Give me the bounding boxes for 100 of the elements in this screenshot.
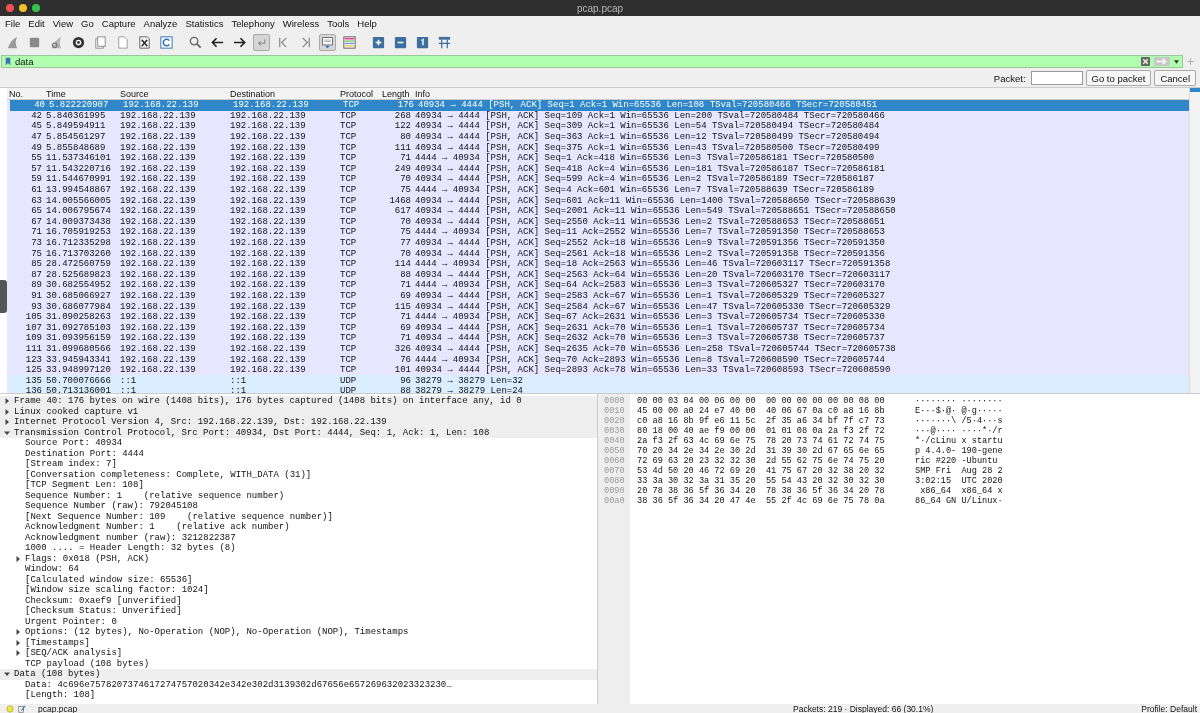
packet-row[interactable]: 73 16.712335298 192.168.22.139 192.168.22.139 TCP 77 40934 → 4444 [PSH, ACK] Seq=2552 Ack=18 Win=65536 Len=9 TSval=720591356 TSecr=720591350 [7, 237, 1189, 249]
tree-item[interactable]: Window: 64 [25, 564, 79, 575]
menu-item[interactable]: Telephony [231, 17, 275, 29]
clear-icon[interactable] [1141, 57, 1150, 66]
expanded-arrow-icon[interactable] [4, 429, 10, 436]
collapsed-arrow-icon[interactable] [4, 408, 10, 415]
hex-bytes[interactable]: c0 a8 16 8b 9f e6 11 5c 2f 35 a6 34 bf 7f c7 73 [637, 416, 901, 426]
packet-row[interactable]: 135 50.700076666 ::1 ::1 UDP 96 38279 → 38279 Len=32 [7, 375, 1189, 387]
column-header[interactable]: Length [380, 88, 413, 99]
close-button[interactable] [6, 4, 14, 12]
display-filter-field[interactable]: data [1, 55, 1183, 68]
tree-item[interactable]: Acknowledgment number (raw): 3212822387 [25, 532, 236, 543]
packet-row[interactable]: 107 31.092785103 192.168.22.139 192.168.22.139 TCP 69 40934 → 4444 [PSH, ACK] Seq=2631 Ack=70 Win=65536 Len=1 TSval=720605737 TSecr=720605734 [7, 322, 1189, 334]
reload-icon[interactable] [158, 33, 175, 51]
column-header[interactable]: No. [7, 88, 44, 99]
tree-item[interactable]: Data (108 bytes) [14, 669, 101, 680]
packet-row[interactable]: 75 16.713703260 192.168.22.139 192.168.22.139 TCP 70 40934 → 4444 [PSH, ACK] Seq=2561 Ack=18 Win=65536 Len=2 TSval=720591358 TSecr=720591356 [7, 248, 1189, 259]
edit-comment-icon[interactable] [18, 705, 26, 713]
packet-row[interactable]: 109 31.093956159 192.168.22.139 192.168.22.139 TCP 71 40934 → 4444 [PSH, ACK] Seq=2632 Ack=70 Win=65536 Len=3 TSval=720605738 TSecr=720605737 [7, 333, 1189, 344]
tree-item[interactable]: Acknowledgment Number: 1 (relative ack number) [25, 522, 290, 533]
hex-bytes[interactable]: 20 78 38 36 5f 36 34 20 78 38 36 5f 36 34 20 78 [637, 486, 901, 496]
tree-item[interactable]: [TCP Segment Len: 108] [25, 480, 144, 491]
hex-bytes[interactable]: 72 69 63 20 23 32 32 30 2d 55 62 75 6e 74 75 20 [637, 456, 901, 466]
tree-item[interactable]: Options: (12 bytes), No-Operation (NOP), No-Operation (NOP), Timestamps [25, 627, 409, 638]
menu-item[interactable]: Capture [101, 17, 136, 29]
tree-item[interactable]: Urgent Pointer: 0 [25, 616, 117, 627]
packet-row[interactable]: 61 13.994548867 192.168.22.139 192.168.22.139 TCP 75 4444 → 40934 [PSH, ACK] Seq=4 Ack=601 Win=65536 Len=7 TSval=720588639 TSecr=720586189 [7, 184, 1189, 196]
tree-item[interactable]: [Next Sequence Number: 109 (relative sequence number)] [25, 511, 333, 522]
collapsed-arrow-icon[interactable] [15, 650, 21, 657]
packet-row[interactable]: 65 14.006795674 192.168.22.139 192.168.22.139 TCP 617 40934 → 4444 [PSH, ACK] Seq=2001 Ack=11 Win=65536 Len=549 TSval=720588651 TSecr=720588650 [7, 205, 1189, 217]
menu-item[interactable]: Go [81, 17, 94, 29]
packet-row[interactable]: 123 33.945943341 192.168.22.139 192.168.22.139 TCP 76 4444 → 40934 [PSH, ACK] Seq=70 Ack=2893 Win=65536 Len=8 TSval=720608590 TSecr=720605744 [7, 354, 1189, 365]
hex-bytes[interactable]: 45 00 00 a0 24 e7 40 00 40 06 67 0a c0 a8 16 8b [637, 406, 901, 416]
hex-bytes[interactable]: 80 18 00 40 ae f9 00 00 01 01 08 0a 2a f3 2f 72 [637, 426, 901, 436]
tree-item[interactable]: Sequence Number (raw): 792045108 [25, 501, 198, 512]
collapsed-arrow-icon[interactable] [15, 629, 21, 636]
ascii-bytes[interactable]: ········ ········ [915, 396, 1003, 406]
tree-item[interactable]: Sequence Number: 1 (relative sequence number) [25, 490, 285, 501]
hex-bytes[interactable]: 70 20 34 2e 34 2e 30 2d 31 39 30 2d 67 65 6e 65 [637, 446, 901, 456]
menu-item[interactable]: Analyze [143, 17, 178, 29]
ascii-bytes[interactable]: *·/cLinu x startu [915, 436, 1003, 446]
maximize-button[interactable] [32, 4, 40, 12]
profile-label[interactable]: Profile: Default [1141, 704, 1200, 713]
tree-item[interactable]: Source Port: 40934 [25, 438, 123, 449]
column-header[interactable]: Info [413, 88, 1189, 99]
ascii-bytes[interactable]: x86_64 x86_64 x [915, 486, 1003, 496]
tree-item[interactable]: [Stream index: 7] [25, 459, 117, 470]
ascii-bytes[interactable]: ···@···· ····*·/r [915, 426, 1003, 436]
open-file-icon[interactable] [92, 33, 109, 51]
collapsed-arrow-icon[interactable] [4, 398, 10, 405]
ascii-bytes[interactable]: p 4.4.0- 190-gene [915, 446, 1003, 456]
close-file-icon[interactable] [136, 33, 153, 51]
packet-row[interactable]: 47 5.854561297 192.168.22.139 192.168.22.139 TCP 80 40934 → 4444 [PSH, ACK] Seq=363 Ack=1 Win=65536 Len=12 TSval=720580499 TSecr=720580494 [7, 131, 1189, 143]
tree-item[interactable]: [Timestamps] [25, 637, 90, 648]
packet-number-field[interactable] [1030, 71, 1083, 85]
menu-item[interactable]: View [52, 17, 74, 29]
tree-item[interactable]: [SEQ/ACK analysis] [25, 648, 123, 659]
packet-row[interactable]: 57 11.543220716 192.168.22.139 192.168.22.139 TCP 249 40934 → 4444 [PSH, ACK] Seq=418 Ack=4 Win=65536 Len=181 TSval=720586187 TSecr=720586181 [7, 163, 1189, 175]
tree-item[interactable]: 1000 .... = Header Length: 32 bytes (8) [25, 543, 236, 554]
ascii-bytes[interactable]: 86_64 GN U/Linux· [915, 496, 1003, 506]
hex-bytes[interactable]: 53 4d 50 20 46 72 69 20 41 75 67 20 32 38 20 32 [637, 466, 901, 476]
ascii-bytes[interactable]: ric #220 -Ubuntu [915, 456, 1003, 466]
minimize-button[interactable] [19, 4, 27, 12]
packet-row[interactable]: 67 14.009373438 192.168.22.139 192.168.22.139 TCP 70 40934 → 4444 [PSH, ACK] Seq=2550 Ack=11 Win=65536 Len=2 TSval=720588653 TSecr=720588651 [7, 216, 1189, 228]
menu-item[interactable]: Help [357, 17, 377, 29]
bookmark-icon[interactable] [5, 57, 11, 66]
menu-item[interactable]: Statistics [185, 17, 224, 29]
packet-row[interactable]: 111 31.099680566 192.168.22.139 192.168.22.139 TCP 326 40934 → 4444 [PSH, ACK] Seq=2635 Ack=70 Win=65536 Len=258 TSval=720605744 TSecr=720605738 [7, 343, 1189, 355]
packet-row[interactable]: 71 16.705919253 192.168.22.139 192.168.22.139 TCP 75 4444 → 40934 [PSH, ACK] Seq=11 Ack=2552 Win=65536 Len=7 TSval=720591350 TSecr=720588653 [7, 227, 1189, 238]
column-header[interactable]: Protocol [338, 88, 380, 99]
ascii-bytes[interactable]: 3:02:15 UTC 2020 [915, 476, 1003, 486]
column-header[interactable]: Destination [228, 88, 338, 99]
hex-bytes[interactable]: 38 36 5f 36 34 20 47 4e 55 2f 4c 69 6e 75 78 0a [637, 496, 901, 506]
menu-item[interactable]: Wireless [282, 17, 320, 29]
tree-item[interactable]: [Calculated window size: 65536] [25, 574, 193, 585]
side-panel-handle[interactable] [0, 280, 7, 313]
ascii-bytes[interactable]: E···$·@· @·g····· [915, 406, 1003, 416]
colorize-icon[interactable] [341, 33, 358, 51]
tree-item[interactable]: Destination Port: 4444 [25, 448, 144, 459]
packet-row[interactable]: 63 14.005566005 192.168.22.139 192.168.22.139 TCP 1468 40934 → 4444 [PSH, ACK] Seq=601 Ack=11 Win=65536 Len=1400 TSval=720588650 TSecr=720588639 [7, 195, 1189, 206]
packet-row[interactable]: 49 5.855848689 192.168.22.139 192.168.22.139 TCP 111 40934 → 4444 [PSH, ACK] Seq=375 Ack=1 Win=65536 Len=43 TSval=720580500 TSecr=720580499 [7, 142, 1189, 153]
packet-row[interactable]: 59 11.544670991 192.168.22.139 192.168.22.139 TCP 70 40934 → 4444 [PSH, ACK] Seq=599 Ack=4 Win=65536 Len=2 TSval=720586189 TSecr=720586187 [7, 174, 1189, 185]
packet-row[interactable]: 85 28.472560759 192.168.22.139 192.168.22.139 TCP 114 4444 → 40934 [PSH, ACK] Seq=18 Ack=2563 Win=65536 Len=46 TSval=720603117 TSecr=720591358 [7, 258, 1189, 270]
menu-item[interactable]: Tools [327, 17, 350, 29]
tree-item[interactable]: Data: 4c696e7578207374617274757020342e342e302d3139302d67656e657269632023323230… [25, 679, 452, 690]
menu-item[interactable]: Edit [28, 17, 45, 29]
packet-row[interactable]: 89 30.682554952 192.168.22.139 192.168.22.139 TCP 71 4444 → 40934 [PSH, ACK] Seq=64 Ack=2583 Win=65536 Len=3 TSval=720605327 TSecr=720603170 [7, 280, 1189, 291]
tree-item[interactable]: Flags: 0x018 (PSH, ACK) [25, 553, 150, 564]
menu-item[interactable]: File [5, 17, 21, 29]
dropdown-caret-icon[interactable] [1174, 59, 1179, 64]
tree-item[interactable]: [Length: 108] [25, 690, 96, 701]
tree-item[interactable]: [Conversation completeness: Complete, WITH_DATA (31)] [25, 469, 312, 480]
hex-bytes[interactable]: 00 00 03 04 00 06 00 00 00 00 00 00 00 00 08 00 [637, 396, 901, 406]
column-header[interactable]: Source [118, 88, 228, 99]
packet-row[interactable]: 93 30.686077984 192.168.22.139 192.168.22.139 TCP 115 40934 → 4444 [PSH, ACK] Seq=2584 Ack=67 Win=65536 Len=47 TSval=720605330 TSecr=720605329 [7, 301, 1189, 312]
packet-row[interactable]: 87 28.525689823 192.168.22.139 192.168.22.139 TCP 88 40934 → 4444 [PSH, ACK] Seq=2563 Ack=64 Win=65536 Len=20 TSval=720603170 TSecr=720603117 [7, 269, 1189, 281]
column-header[interactable]: Time [44, 88, 118, 99]
packet-row[interactable]: 91 30.685066927 192.168.22.139 192.168.22.139 TCP 69 40934 → 4444 [PSH, ACK] Seq=2583 Ack=67 Win=65536 Len=1 TSval=720605329 TSecr=720605327 [7, 290, 1189, 302]
ascii-bytes[interactable]: SMP Fri Aug 28 2 [915, 466, 1003, 476]
hex-bytes[interactable]: 33 3a 30 32 3a 31 35 20 55 54 43 20 32 30 32 30 [637, 476, 901, 486]
